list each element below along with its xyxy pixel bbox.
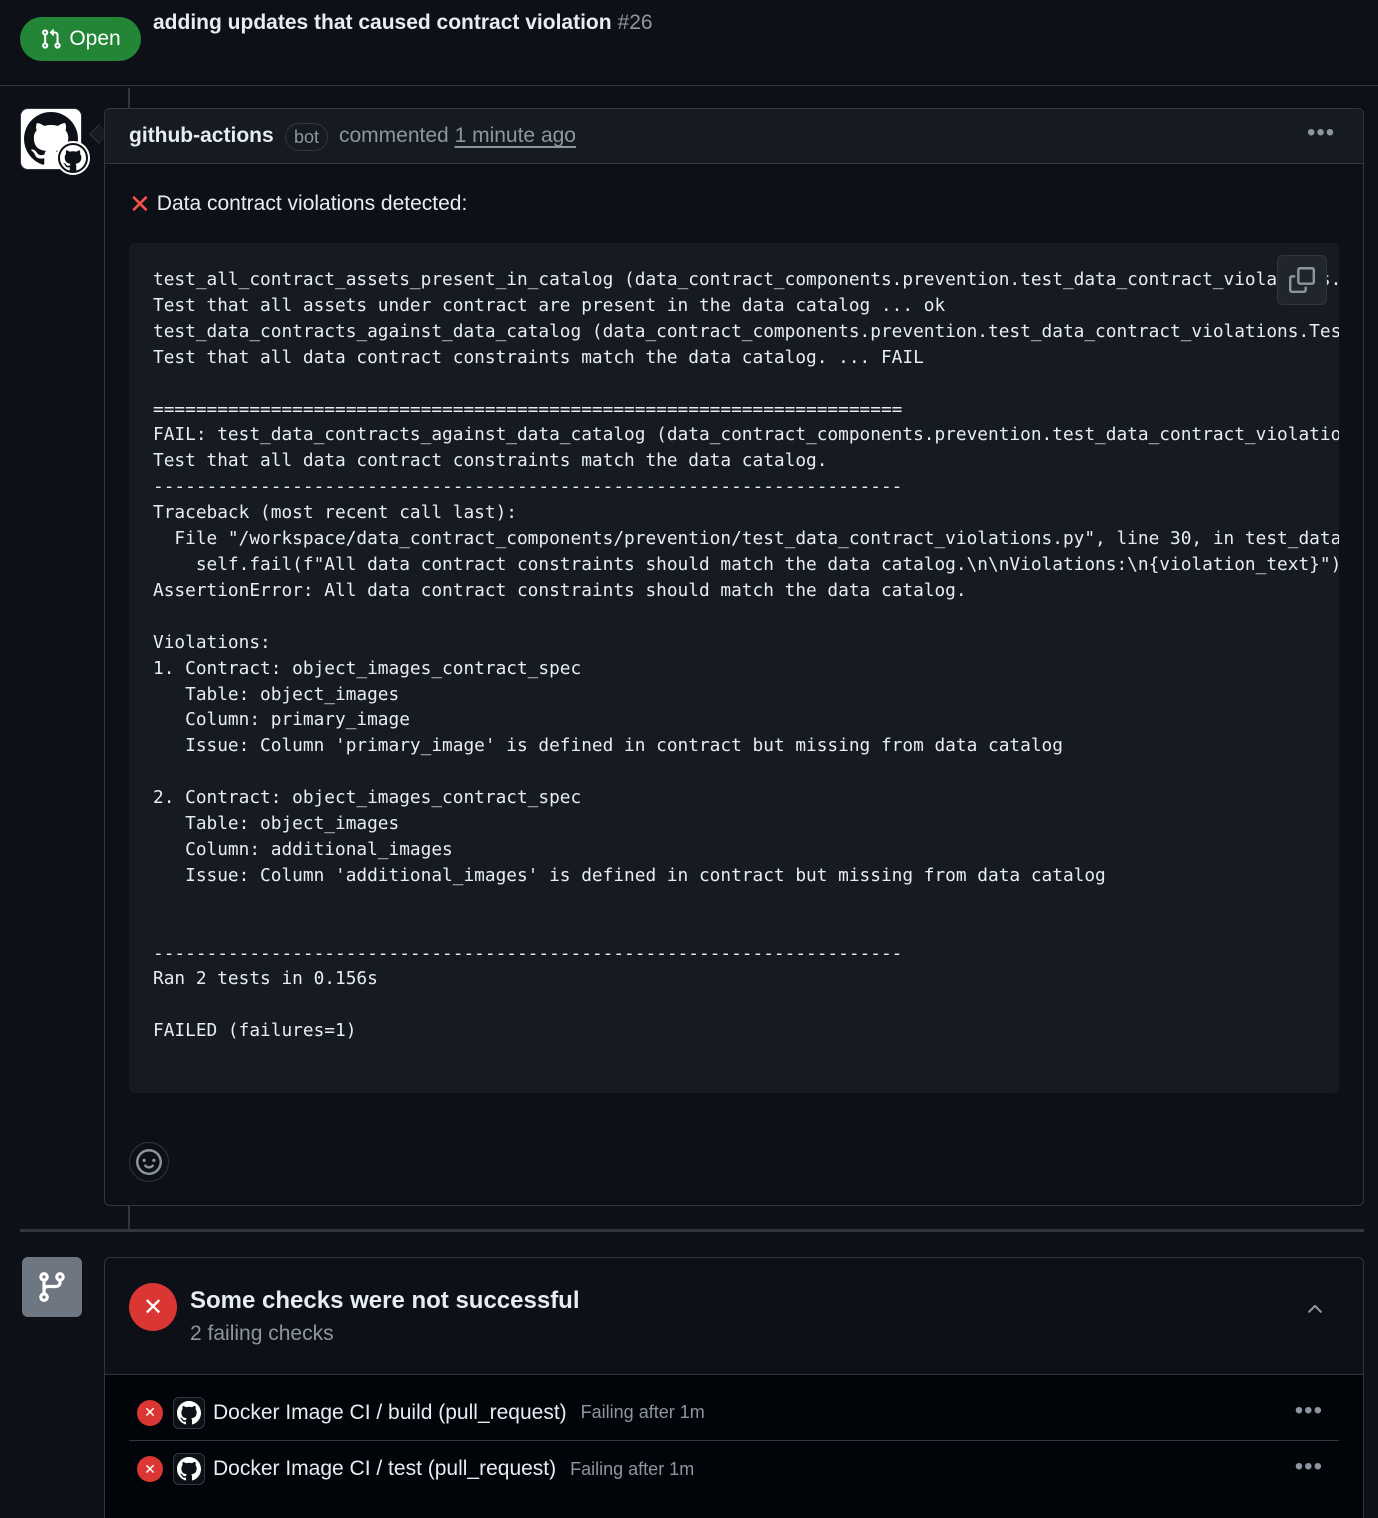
kebab-horizontal-icon[interactable]: •••	[1295, 1397, 1323, 1425]
checks-box: ✕ Some checks were not successful 2 fail…	[104, 1257, 1364, 1518]
check-row[interactable]: ✕ Docker Image CI / test (pull_request) …	[129, 1441, 1339, 1497]
cross-mark-icon: ✕	[129, 189, 151, 219]
git-pull-request-icon	[42, 28, 61, 49]
checks-list: ✕ Docker Image CI / build (pull_request)…	[105, 1375, 1363, 1518]
add-reaction-button[interactable]	[129, 1142, 169, 1182]
code-content: test_all_contract_assets_present_in_cata…	[153, 269, 1339, 1042]
checks-title: Some checks were not successful	[190, 1287, 580, 1314]
github-app-avatar	[173, 1396, 205, 1429]
x-circle-icon: ✕	[137, 1456, 163, 1482]
git-branch-icon	[39, 1272, 65, 1302]
timeline-divider	[20, 1229, 1364, 1232]
comment-author[interactable]: github-actions	[129, 124, 274, 148]
check-name[interactable]: Docker Image CI / build (pull_request)	[213, 1401, 567, 1425]
pr-header: Open adding updates that caused contract…	[0, 0, 1378, 86]
copy-button[interactable]	[1277, 255, 1327, 305]
github-app-avatar	[173, 1453, 205, 1485]
bot-label: bot	[285, 123, 329, 151]
smiley-icon	[136, 1149, 162, 1175]
code-block: test_all_contract_assets_present_in_cata…	[129, 243, 1339, 1093]
checks-header[interactable]: ✕ Some checks were not successful 2 fail…	[105, 1258, 1363, 1375]
check-name[interactable]: Docker Image CI / test (pull_request)	[213, 1457, 556, 1481]
comment-box: github-actions bot commented 1 minute ag…	[104, 108, 1364, 1206]
timeline-line	[128, 1206, 130, 1229]
copy-icon	[1289, 267, 1315, 293]
github-mark-icon	[177, 1400, 201, 1424]
check-status: Failing after 1m	[570, 1458, 695, 1479]
pr-title-text: adding updates that caused contract viol…	[153, 11, 612, 34]
comment-header: github-actions bot commented 1 minute ag…	[105, 109, 1363, 164]
github-mark-icon	[60, 145, 86, 171]
checks-subtitle: 2 failing checks	[190, 1322, 334, 1345]
pr-state-badge: Open	[20, 17, 141, 61]
kebab-horizontal-icon[interactable]: •••	[1307, 119, 1335, 147]
pr-number: #26	[617, 11, 653, 34]
merge-status-icon	[22, 1257, 82, 1317]
check-status: Failing after 1m	[580, 1402, 705, 1422]
check-row[interactable]: ✕ Docker Image CI / build (pull_request)…	[129, 1385, 1339, 1441]
kebab-horizontal-icon[interactable]: •••	[1295, 1453, 1323, 1481]
pr-title: adding updates that caused contract viol…	[153, 11, 653, 35]
app-badge	[56, 141, 90, 175]
github-mark-icon	[177, 1457, 201, 1481]
x-circle-icon: ✕	[137, 1399, 163, 1426]
comment-meta: commented 1 minute ago	[339, 124, 576, 148]
pr-state-label: Open	[69, 27, 121, 50]
comment-action: commented	[339, 124, 449, 147]
comment-timestamp[interactable]: 1 minute ago	[455, 124, 576, 147]
timeline-line	[128, 88, 130, 108]
comment-message: ✕ Data contract violations detected:	[129, 191, 467, 217]
chevron-up-icon[interactable]	[1304, 1298, 1326, 1320]
comment-message-text: Data contract violations detected:	[156, 192, 468, 215]
x-circle-icon: ✕	[129, 1283, 177, 1331]
